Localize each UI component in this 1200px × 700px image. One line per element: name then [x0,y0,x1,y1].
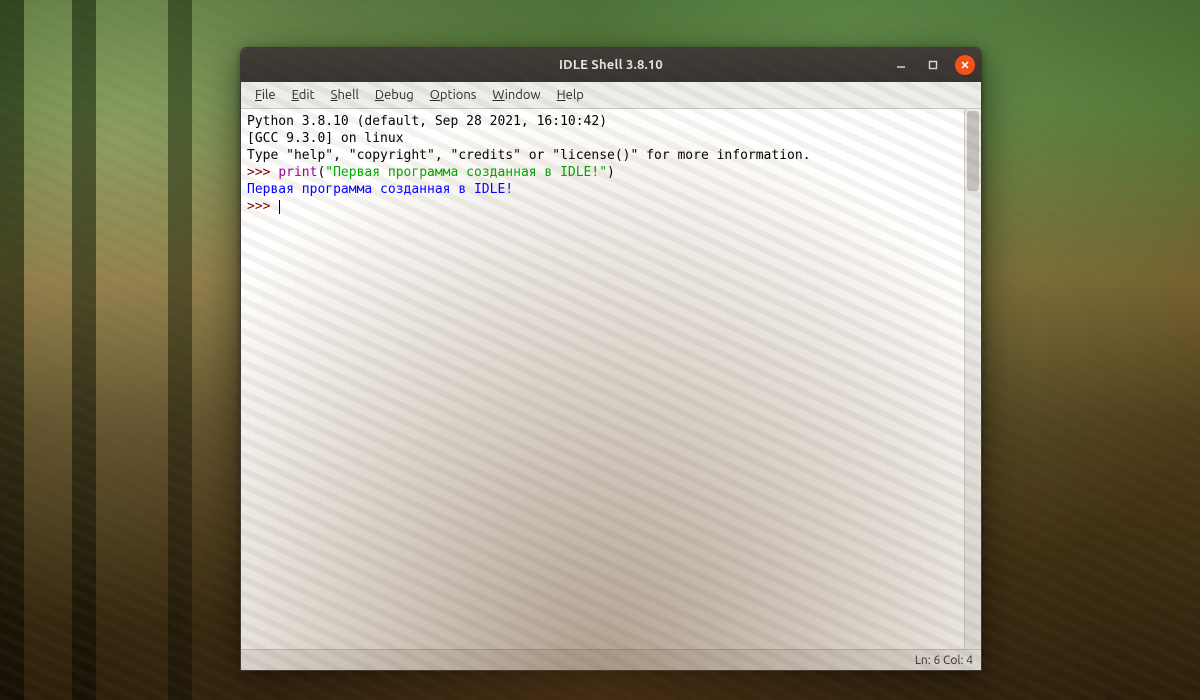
banner-line-2: Type "help", "copyright", "credits" or "… [247,148,811,163]
output-line: Первая программа созданная в IDLE! [247,182,513,197]
titlebar[interactable]: IDLE Shell 3.8.10 [241,48,981,82]
shell-text-area[interactable]: Python 3.8.10 (default, Sep 28 2021, 16:… [241,109,964,649]
close-button[interactable] [955,55,975,75]
banner-line-0: Python 3.8.10 (default, Sep 28 2021, 16:… [247,114,615,129]
window-title: IDLE Shell 3.8.10 [559,58,663,72]
minimize-button[interactable] [891,55,911,75]
token-string: "Первая программа созданная в IDLE!" [325,165,607,180]
menu-options[interactable]: Options [422,86,485,104]
vertical-scrollbar[interactable] [964,109,981,649]
token-open-paren: ( [317,165,325,180]
prompt-2: >>> [247,199,278,214]
desktop-wallpaper: IDLE Shell 3.8.10 File Edit Shell Debug … [0,0,1200,700]
menu-help[interactable]: Help [549,86,592,104]
menu-window[interactable]: Window [484,86,548,104]
text-caret [279,200,280,214]
statusbar: Ln: 6 Col: 4 [241,649,981,670]
maximize-button[interactable] [923,55,943,75]
menu-edit[interactable]: Edit [284,86,323,104]
menu-debug[interactable]: Debug [367,86,422,104]
scrollbar-thumb[interactable] [967,111,979,191]
cursor-position: Ln: 6 Col: 4 [915,654,973,667]
prompt-1: >>> [247,165,278,180]
idle-shell-window: IDLE Shell 3.8.10 File Edit Shell Debug … [240,47,982,671]
menu-shell[interactable]: Shell [323,86,367,104]
menu-file[interactable]: File [247,86,284,104]
shell-body: Python 3.8.10 (default, Sep 28 2021, 16:… [241,109,981,649]
banner-line-1: [GCC 9.3.0] on linux [247,131,404,146]
menubar: File Edit Shell Debug Options Window Hel… [241,82,981,109]
token-close-paren: ) [607,165,615,180]
token-builtin: print [278,165,317,180]
window-buttons [891,55,975,75]
